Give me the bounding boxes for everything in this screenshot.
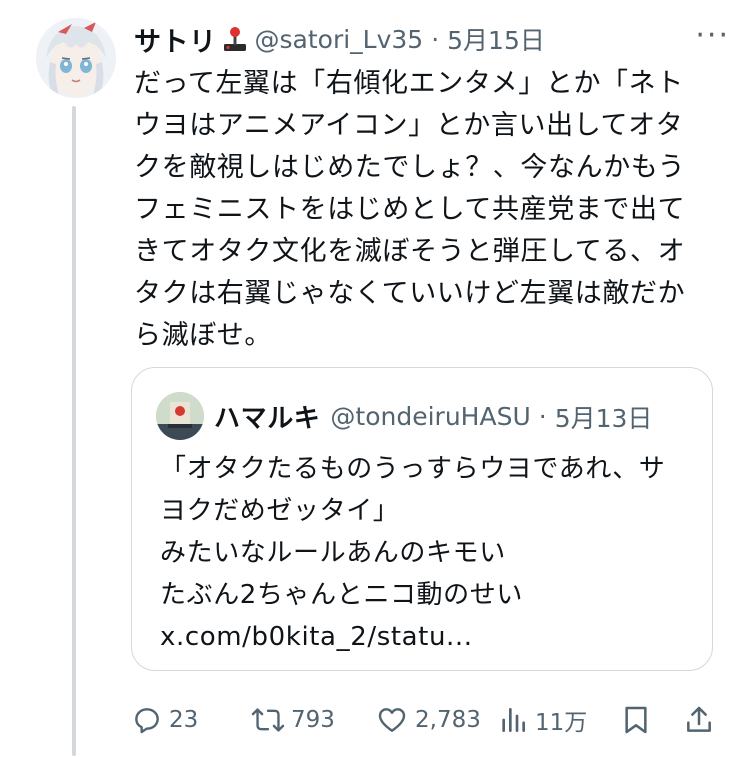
quoted-avatar-image (156, 392, 204, 440)
quoted-header: ハマルキ @tondeiruHASU · 5月13日 (214, 398, 652, 435)
share-button[interactable] (683, 700, 715, 740)
repost-button[interactable]: 793 (251, 700, 335, 740)
reply-icon (135, 708, 159, 734)
action-bar: 23 793 2,783 11万 (131, 700, 721, 740)
author-avatar[interactable] (36, 18, 116, 98)
quoted-date[interactable]: 5月13日 (555, 399, 653, 435)
tweet-header: サトリ @satori_Lv35 · 5月15日 ··· (134, 20, 730, 58)
more-options-button[interactable]: ··· (695, 21, 730, 51)
heart-icon (378, 708, 406, 732)
quoted-author-name[interactable]: ハマルキ (214, 398, 320, 435)
tweet-date[interactable]: 5月15日 (447, 21, 545, 57)
bookmark-icon (625, 706, 647, 734)
reply-count: 23 (169, 707, 199, 733)
tweet-text: だって左翼は「右傾化エンタメ」とか「ネト ウヨはアニメアイコン」とか言い出してオ… (134, 68, 686, 351)
joystick-icon (221, 25, 249, 53)
quoted-text: 「オタクたるものうっすらウヨであれ、サ ヨクだめゼッタイ」 みたいなルールあんの… (160, 454, 666, 652)
author-avatar-image (36, 18, 116, 98)
author-name[interactable]: サトリ (134, 20, 217, 59)
like-count: 2,783 (415, 707, 481, 733)
views-button[interactable]: 11万 (497, 700, 587, 740)
repost-icon (251, 708, 285, 732)
reply-button[interactable]: 23 (131, 700, 198, 740)
thread-line (72, 106, 76, 756)
quoted-tweet[interactable]: ハマルキ @tondeiruHASU · 5月13日 「オタクたるものうっすらウ… (131, 367, 713, 671)
repost-count: 793 (291, 707, 335, 733)
views-icon (502, 708, 525, 732)
like-button[interactable]: 2,783 (375, 700, 481, 740)
bookmark-button[interactable] (622, 700, 650, 740)
quoted-author-avatar[interactable] (156, 392, 204, 440)
quoted-separator-dot: · (538, 402, 547, 431)
author-handle[interactable]: @satori_Lv35 (255, 25, 424, 54)
separator-dot: · (431, 24, 440, 54)
quoted-author-handle[interactable]: @tondeiruHASU (330, 402, 530, 431)
share-icon (687, 706, 711, 732)
views-count: 11万 (535, 710, 588, 736)
